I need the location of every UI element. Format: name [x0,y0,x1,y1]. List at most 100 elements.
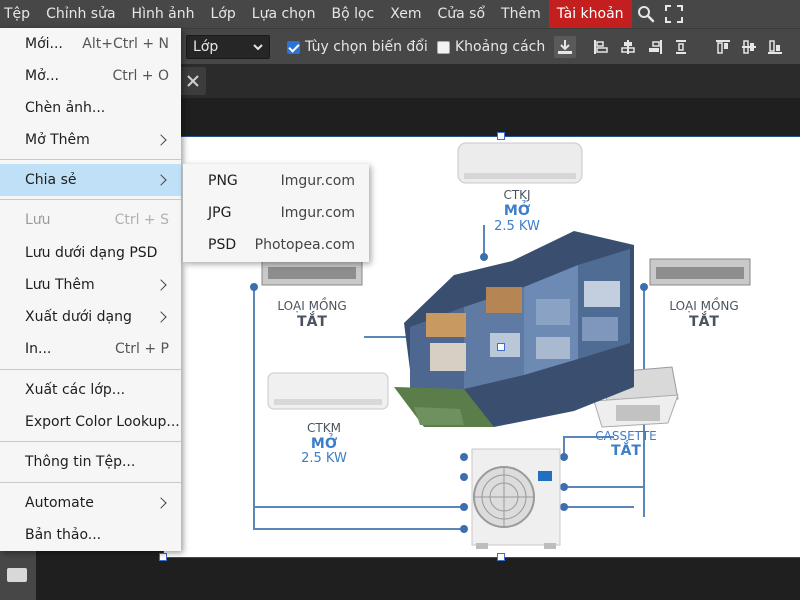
menu-item-export-color-lookup[interactable]: Export Color Lookup... [0,406,181,438]
menu-filter[interactable]: Bộ lọc [323,0,382,28]
menu-item-insert-image[interactable]: Chèn ảnh... [0,92,181,124]
menu-layer[interactable]: Lớp [203,0,244,28]
fullscreen-icon[interactable] [660,0,688,28]
menu-item-export-layers[interactable]: Xuất các lớp... [0,374,181,406]
transform-handle-bottom-left[interactable] [159,553,167,561]
close-icon[interactable] [180,67,206,95]
layer-select-value: Lớp [193,39,219,55]
label-duct-right-state: TẮT [689,311,719,330]
share-host: Photopea.com [254,237,355,253]
transform-handle-center[interactable] [497,343,505,351]
label-ctkj-state: MỞ [504,200,530,219]
menu-item-shortcut: Ctrl + O [112,68,169,84]
label-duct-left-state: TẮT [297,311,327,330]
menu-item-save[interactable]: Lưu Ctrl + S [0,204,181,236]
menu-item-automate[interactable]: Automate [0,487,181,519]
menu-item-open-more[interactable]: Mở Thêm [0,124,181,156]
align-middle-v-icon[interactable] [738,36,760,58]
chevron-right-icon [155,497,167,509]
menu-separator [0,159,181,160]
menu-item-label: Mới... [25,36,63,52]
checkbox-checked-icon[interactable] [287,40,300,54]
align-top-icon[interactable] [712,36,734,58]
menu-edit[interactable]: Chỉnh sửa [38,0,123,28]
menu-item-label: Lưu Thêm [25,277,95,293]
chevron-right-icon [155,279,167,291]
menu-window[interactable]: Cửa sổ [429,0,493,28]
menu-item-export-as[interactable]: Xuất dưới dạng [0,301,181,333]
label-ctkm-state: MỞ [311,433,337,452]
label-duct-left: LOẠI MỒNG [277,297,346,313]
menu-separator [0,482,181,483]
duct-unit-right [649,258,751,286]
menu-item-label: Chèn ảnh... [25,100,106,116]
label-ctkj-power: 2.5 KW [494,219,540,234]
wall-unit-top [457,142,583,184]
menu-view[interactable]: Xem [382,0,429,28]
share-format: JPG [208,205,232,221]
label-cassette: CASSETTE [595,429,656,443]
label-ctkm-power: 2.5 KW [301,451,347,466]
distance-checkbox[interactable]: Khoảng cách [437,39,545,55]
menu-account[interactable]: Tài khoản [548,0,632,28]
chevron-right-icon [155,134,167,146]
layer-select[interactable]: Lớp [186,35,270,59]
menu-item-label: Lưu dưới dạng PSD [25,245,158,261]
menu-item-label: Bản thảo... [25,527,102,543]
transform-options-checkbox[interactable]: Tùy chọn biến đổi [287,39,428,55]
share-png-imgur[interactable]: PNG Imgur.com [183,165,369,197]
align-center-h-icon[interactable] [617,36,639,58]
menu-item-label: Automate [25,495,94,511]
checkbox-unchecked-icon[interactable] [437,40,450,54]
menu-item-shortcut: Ctrl + S [114,212,169,228]
search-icon[interactable] [632,0,660,28]
share-host: Imgur.com [280,173,355,189]
distribute-v-icon[interactable] [670,36,692,58]
download-icon[interactable] [554,36,576,58]
menu-separator [0,199,181,200]
menu-item-label: Export Color Lookup... [25,414,180,430]
label-ctkj: CTKJ [503,188,530,202]
menu-file[interactable]: Tệp [0,0,38,28]
menu-image[interactable]: Hình ảnh [124,0,203,28]
menu-item-shortcut: Ctrl + P [115,341,169,357]
menu-item-print[interactable]: In... Ctrl + P [0,333,181,365]
menu-item-label: Xuất các lớp... [25,382,126,398]
menu-item-label: In... [25,341,52,357]
share-psd-photopea[interactable]: PSD Photopea.com [183,229,369,261]
menu-item-share[interactable]: Chia sẻ [0,164,181,196]
menu-item-open[interactable]: Mở... Ctrl + O [0,60,181,92]
share-format: PNG [208,173,238,189]
transform-handle-top[interactable] [497,132,505,140]
share-format: PSD [208,237,237,253]
menu-select[interactable]: Lựa chọn [244,0,324,28]
align-bottom-icon[interactable] [764,36,786,58]
rectangle-tool-icon[interactable] [7,568,27,582]
duct-unit-left [261,258,363,286]
menu-separator [0,369,181,370]
file-menu: Mới... Alt+Ctrl + N Mở... Ctrl + O Chèn … [0,28,181,551]
menu-item-save-psd[interactable]: Lưu dưới dạng PSD [0,237,181,269]
menu-item-shortcut: Alt+Ctrl + N [82,36,169,52]
menu-bar: Tệp Chỉnh sửa Hình ảnh Lớp Lựa chọn Bộ l… [0,0,800,28]
menu-item-save-more[interactable]: Lưu Thêm [0,269,181,301]
transform-handle-bottom[interactable] [497,553,505,561]
label-ctkm: CTKM [307,421,341,435]
menu-item-file-info[interactable]: Thông tin Tệp... [0,446,181,478]
menu-item-new[interactable]: Mới... Alt+Ctrl + N [0,28,181,60]
share-host: Imgur.com [280,205,355,221]
align-right-icon[interactable] [644,36,666,58]
menu-more[interactable]: Thêm [493,0,549,28]
menu-item-label: Chia sẻ [25,172,77,188]
menu-item-drafts[interactable]: Bản thảo... [0,519,181,551]
chevron-down-icon [253,39,263,55]
label-duct-right: LOẠI MỒNG [669,297,738,313]
outdoor-unit [471,448,561,549]
distance-label: Khoảng cách [455,39,546,55]
label-cassette-state: TẮT [611,440,641,459]
menu-item-label: Lưu [25,212,51,228]
align-left-icon[interactable] [590,36,612,58]
share-submenu: PNG Imgur.com JPG Imgur.com PSD Photopea… [183,164,369,262]
share-jpg-imgur[interactable]: JPG Imgur.com [183,197,369,229]
menu-separator [0,441,181,442]
